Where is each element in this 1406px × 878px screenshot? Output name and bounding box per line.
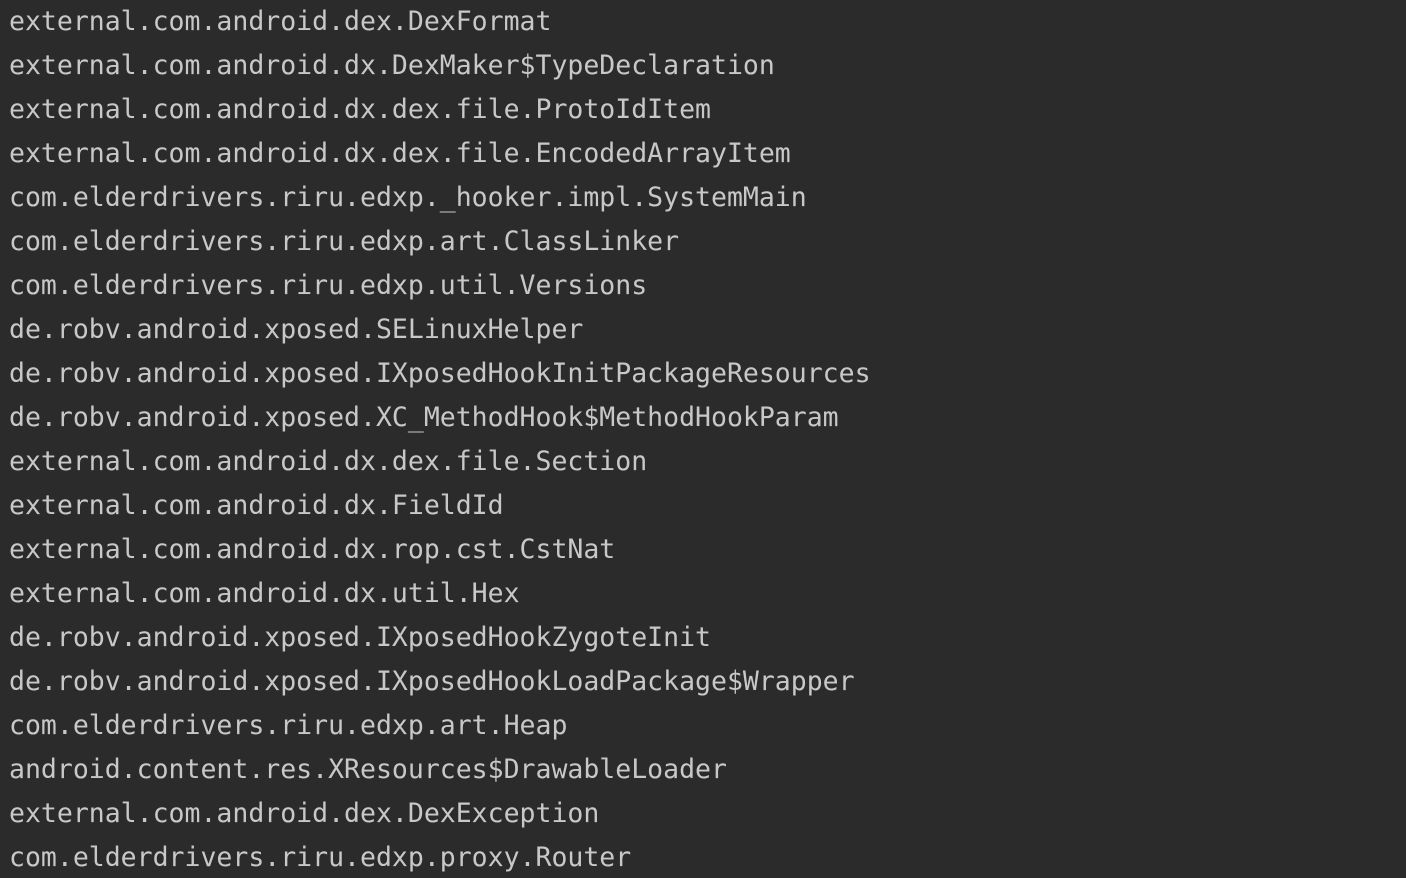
console-line: external.com.android.dx.dex.file.Section <box>9 446 648 477</box>
console-line: com.elderdrivers.riru.edxp.proxy.Router <box>9 842 632 873</box>
console-output: external.com.android.dex.DexFormat exter… <box>0 0 1406 878</box>
console-line: external.com.android.dx.rop.cst.CstNat <box>9 534 616 565</box>
console-line: com.elderdrivers.riru.edxp.util.Versions <box>9 270 648 301</box>
console-line: external.com.android.dx.dex.file.ProtoId… <box>9 94 711 125</box>
console-line: external.com.android.dex.DexException <box>9 798 600 829</box>
console-line: de.robv.android.xposed.SELinuxHelper <box>9 314 584 345</box>
console-line: com.elderdrivers.riru.edxp.art.Heap <box>9 710 568 741</box>
console-line: external.com.android.dx.dex.file.Encoded… <box>9 138 791 169</box>
console-line: de.robv.android.xposed.IXposedHookInitPa… <box>9 358 871 389</box>
console-line: de.robv.android.xposed.IXposedHookLoadPa… <box>9 666 855 697</box>
console-line: external.com.android.dx.FieldId <box>9 490 504 521</box>
console-line: com.elderdrivers.riru.edxp._hooker.impl.… <box>9 182 807 213</box>
console-line: external.com.android.dex.DexFormat <box>9 6 552 37</box>
console-line: de.robv.android.xposed.IXposedHookZygote… <box>9 622 711 653</box>
console-line: external.com.android.dx.util.Hex <box>9 578 520 609</box>
console-line: external.com.android.dx.DexMaker$TypeDec… <box>9 50 775 81</box>
console-line: de.robv.android.xposed.XC_MethodHook$Met… <box>9 402 839 433</box>
console-line: com.elderdrivers.riru.edxp.art.ClassLink… <box>9 226 680 257</box>
console-line: android.content.res.XResources$DrawableL… <box>9 754 727 785</box>
